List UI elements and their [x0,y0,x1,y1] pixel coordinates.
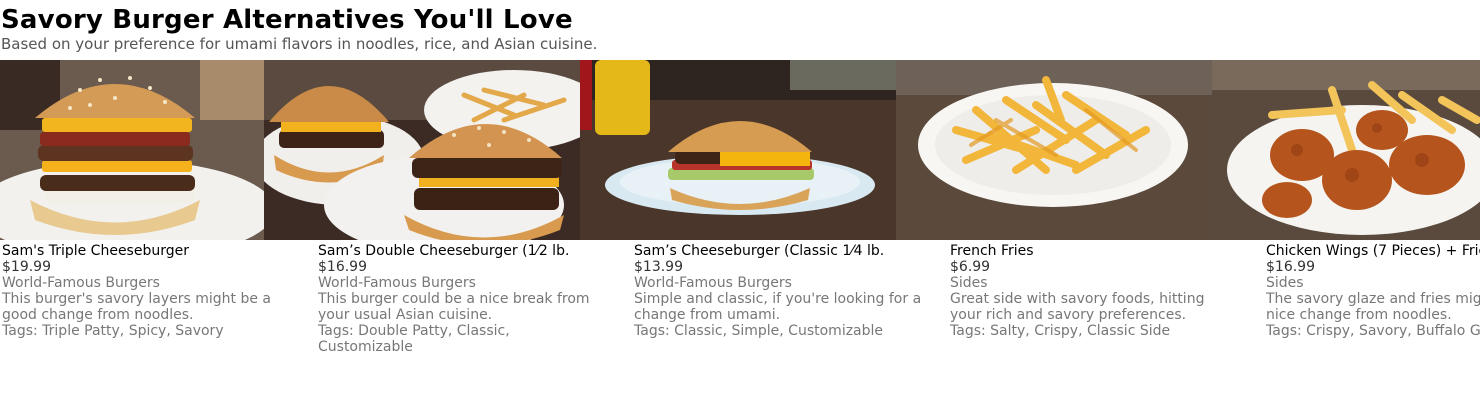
page-header: Savory Burger Alternatives You'll Love B… [1,0,597,53]
menu-card-french-fries[interactable]: French Fries $6.99 Sides Great side with… [950,243,1240,339]
item-tags: Tags: Crispy, Savory, Buffalo Glaze [1266,323,1480,339]
item-tags: Tags: Classic, Simple, Customizable [634,323,884,339]
item-price: $6.99 [950,259,991,275]
menu-card-double-cheeseburger[interactable]: Sam’s Double Cheeseburger (1⁄2 lb. $16.9… [318,243,608,355]
item-price: $16.99 [1266,259,1315,275]
item-name: Sam’s Double Cheeseburger (1⁄2 lb. [318,243,570,259]
item-name: Sam’s Cheeseburger (Classic 1⁄4 lb. [634,243,885,259]
item-price: $13.99 [634,259,683,275]
item-price: $19.99 [2,259,51,275]
item-description: This burger's savory layers might be a g… [2,291,272,323]
page-subtitle: Based on your preference for umami flavo… [1,35,598,53]
item-category: World-Famous Burgers [634,275,792,291]
page-title: Savory Burger Alternatives You'll Love [1,5,573,35]
item-description: This burger could be a nice break from y… [318,291,590,323]
item-name: Sam's Triple Cheeseburger [2,243,189,259]
item-category: World-Famous Burgers [318,275,476,291]
menu-card-chicken-wings[interactable]: Chicken Wings (7 Pieces) + Fries $16.99 … [1266,243,1480,339]
food-image-classic-cheeseburger[interactable] [580,60,896,240]
food-image-double-cheeseburger[interactable] [264,60,580,240]
food-image-french-fries[interactable] [896,60,1212,240]
item-name: Chicken Wings (7 Pieces) + Fries [1266,243,1480,259]
recommendation-row: Sam's Triple Cheeseburger $19.99 World-F… [0,60,1480,400]
item-price: $16.99 [318,259,367,275]
item-tags: Tags: Salty, Crispy, Classic Side [950,323,1171,339]
food-image-chicken-wings[interactable] [1212,60,1480,240]
food-image-triple-cheeseburger[interactable] [0,60,264,240]
item-category: Sides [1266,275,1304,291]
item-category: World-Famous Burgers [2,275,160,291]
menu-card-triple-cheeseburger[interactable]: Sam's Triple Cheeseburger $19.99 World-F… [2,243,292,339]
item-description: Great side with savory foods, hitting yo… [950,291,1205,323]
item-description: Simple and classic, if you're looking fo… [634,291,922,323]
menu-card-classic-cheeseburger[interactable]: Sam’s Cheeseburger (Classic 1⁄4 lb. $13.… [634,243,924,339]
item-category: Sides [950,275,988,291]
item-name: French Fries [950,243,1034,259]
item-description: The savory glaze and fries might be a ni… [1266,291,1480,323]
item-tags: Tags: Double Patty, Classic, Customizabl… [318,323,510,355]
item-tags: Tags: Triple Patty, Spicy, Savory [2,323,224,339]
